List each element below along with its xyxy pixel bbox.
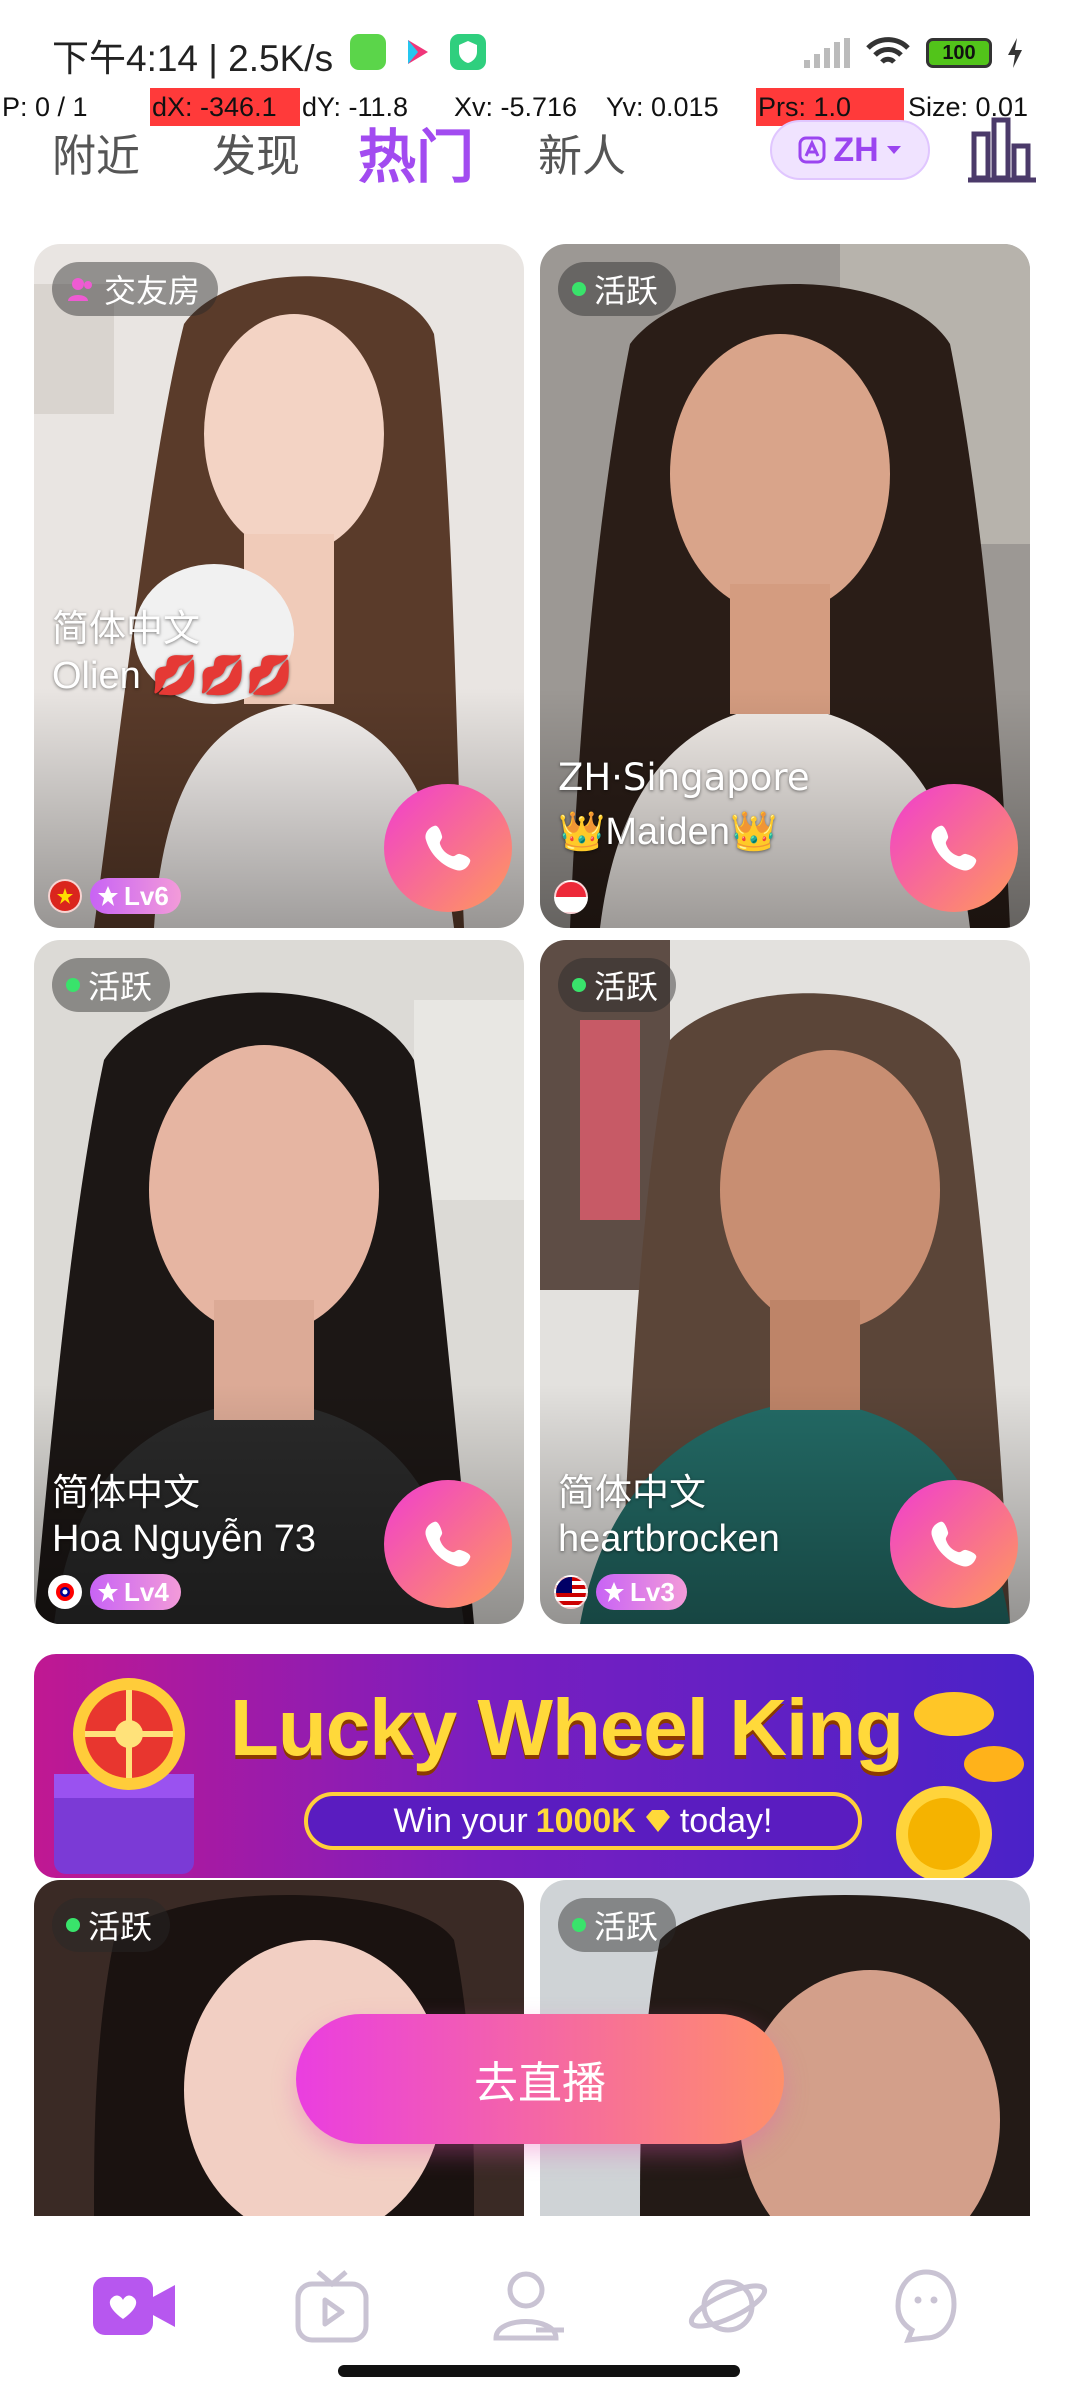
online-dot xyxy=(572,978,586,992)
status-bar: 下午4:14 | 2.5K/s 100 xyxy=(0,0,1080,92)
nav-explore[interactable] xyxy=(680,2258,776,2354)
status-tag: 活跃 xyxy=(52,958,171,1012)
tag-label: 活跃 xyxy=(88,968,153,1006)
lucky-wheel-graphic xyxy=(54,1678,194,1874)
nav-messages[interactable] xyxy=(878,2258,974,2354)
level-badge: Lv4 xyxy=(90,1574,181,1610)
streamer-meta xyxy=(554,880,588,914)
cat-app-icon xyxy=(350,34,386,70)
language-code: ZH xyxy=(833,130,879,169)
level-badge: Lv6 xyxy=(90,878,181,914)
streamer-language: 简体中文 xyxy=(558,1471,706,1514)
lucky-wheel-banner[interactable]: Lucky Wheel King Win your 1000K today! xyxy=(34,1654,1034,1878)
banner-title: Lucky Wheel King xyxy=(230,1683,904,1772)
malaysia-flag xyxy=(554,1575,588,1609)
signal-icon xyxy=(804,38,850,68)
status-tag: 活跃 xyxy=(52,1898,171,1952)
online-dot xyxy=(66,1918,80,1932)
streamer-name: heartbrocken xyxy=(558,1518,780,1560)
streamer-language: ZH·Singapore xyxy=(558,756,810,799)
go-live-button[interactable]: 去直播 xyxy=(296,2014,784,2144)
home-indicator[interactable] xyxy=(338,2365,740,2377)
phone-icon xyxy=(931,825,977,871)
banner-subtitle: Win your 1000K today! xyxy=(304,1792,862,1850)
status-time: 下午4:14 | 2.5K/s xyxy=(52,38,334,79)
planet-icon xyxy=(688,2279,768,2333)
singapore-flag xyxy=(554,880,588,914)
chevron-down-icon xyxy=(886,146,901,154)
call-button[interactable] xyxy=(890,784,1018,912)
room-tag: 交友房 xyxy=(52,262,219,316)
tag-label: 活跃 xyxy=(88,1908,153,1946)
battery-indicator: 100 xyxy=(926,38,992,68)
top-tab-bar: 附近 发现 热门 新人 ZH xyxy=(0,110,1080,196)
group-icon xyxy=(68,278,92,301)
ranking-icon[interactable] xyxy=(966,116,1038,184)
status-tag: 活跃 xyxy=(558,262,677,316)
phone-icon xyxy=(425,1521,471,1567)
diamond-icon xyxy=(645,1810,670,1832)
tag-label: 活跃 xyxy=(594,1908,659,1946)
tab-newcomers[interactable]: 新人 xyxy=(538,120,626,184)
friends-icon xyxy=(493,2271,564,2341)
streamer-card[interactable]: 交友房 简体中文 Olien 💋💋💋 Lv6 xyxy=(34,244,524,928)
streamer-language: 简体中文 xyxy=(52,1471,200,1514)
tag-label: 交友房 xyxy=(104,272,201,310)
streamer-card[interactable]: 活跃 简体中文 Hoa Nguyễn 73 Lv4 xyxy=(34,940,524,1624)
app-screen: 下午4:14 | 2.5K/s 100 P: 0 / 1 dX: -346.1 … xyxy=(0,0,1080,2400)
notification-icons xyxy=(350,34,486,70)
phone-icon xyxy=(425,825,471,871)
ghost-chat-icon xyxy=(895,2269,957,2343)
streamer-language: 简体中文 xyxy=(52,607,200,650)
online-dot xyxy=(66,978,80,992)
video-call-icon xyxy=(93,2277,175,2335)
nav-live-video[interactable] xyxy=(86,2258,182,2354)
charging-bolt-icon xyxy=(1008,38,1022,68)
tab-discover[interactable]: 发现 xyxy=(212,120,300,184)
streamer-card[interactable]: 活跃 ZH·Singapore 👑Maiden👑 xyxy=(540,244,1030,928)
online-dot xyxy=(572,1918,586,1932)
call-button[interactable] xyxy=(384,784,512,912)
tab-nearby[interactable]: 附近 xyxy=(52,120,140,184)
taiwan-flag xyxy=(48,1575,82,1609)
star-icon xyxy=(98,1582,118,1602)
tab-popular[interactable]: 热门 xyxy=(358,110,474,194)
arrow-app-icon xyxy=(400,34,436,70)
star-icon xyxy=(604,1582,624,1602)
status-indicators: 100 xyxy=(804,36,1024,70)
online-dot xyxy=(572,282,586,296)
status-tag: 活跃 xyxy=(558,1898,677,1952)
star-icon xyxy=(98,886,118,906)
streamer-name: Olien 💋💋💋 xyxy=(52,655,294,697)
streamer-name: Hoa Nguyễn 73 xyxy=(52,1518,317,1560)
streamer-meta: Lv4 xyxy=(48,1574,181,1610)
tag-label: 活跃 xyxy=(594,968,659,1006)
level-badge: Lv3 xyxy=(596,1574,687,1610)
status-tag: 活跃 xyxy=(558,958,677,1012)
nav-friends[interactable] xyxy=(482,2258,578,2354)
call-button[interactable] xyxy=(384,1480,512,1608)
streamer-meta: Lv3 xyxy=(554,1574,687,1610)
translate-icon xyxy=(798,136,826,164)
streamer-name: 👑Maiden👑 xyxy=(558,811,778,853)
shield-app-icon xyxy=(450,34,486,70)
wifi-icon xyxy=(866,37,910,64)
nav-tv[interactable] xyxy=(284,2258,380,2354)
streamer-card[interactable]: 活跃 简体中文 heartbrocken Lv3 xyxy=(540,940,1030,1624)
tv-play-icon xyxy=(295,2270,369,2343)
tag-label: 活跃 xyxy=(594,272,659,310)
phone-icon xyxy=(931,1521,977,1567)
vietnam-flag xyxy=(48,879,82,913)
call-button[interactable] xyxy=(890,1480,1018,1608)
language-selector[interactable]: ZH xyxy=(770,120,930,180)
streamer-meta: Lv6 xyxy=(48,878,181,914)
